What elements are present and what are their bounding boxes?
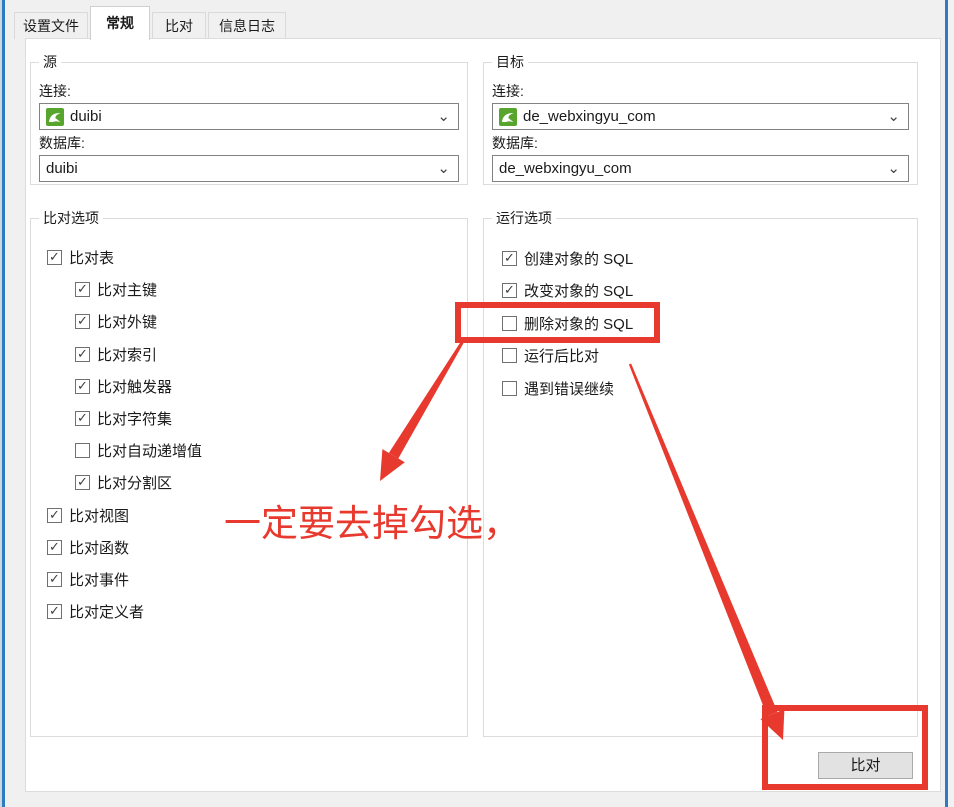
checkbox-label: 比对表 (69, 247, 114, 268)
target-group-title: 目标 (492, 54, 528, 71)
checkbox-row-compare-primary-keys[interactable]: 比对主键 (75, 281, 157, 297)
tab-message-log[interactable]: 信息日志 (208, 12, 286, 39)
checkbox[interactable] (47, 508, 62, 523)
checkbox-row-continue-on-error[interactable]: 遇到错误继续 (502, 380, 614, 396)
checkbox[interactable] (502, 381, 517, 396)
checkbox[interactable] (47, 250, 62, 265)
checkbox-label: 比对视图 (69, 505, 129, 526)
run-options-title: 运行选项 (492, 210, 556, 227)
checkbox-label: 比对定义者 (69, 601, 144, 622)
checkbox-label: 运行后比对 (524, 345, 599, 366)
checkbox-label: 比对函数 (69, 537, 129, 558)
checkbox[interactable] (502, 348, 517, 363)
checkbox-row-compare-foreign-keys[interactable]: 比对外键 (75, 313, 157, 329)
mysql-connection-icon (46, 108, 64, 126)
checkbox-row-compare-charset[interactable]: 比对字符集 (75, 410, 172, 426)
tab-profile[interactable]: 设置文件 (14, 12, 88, 39)
background-page-sliver (948, 0, 954, 807)
checkbox-label: 创建对象的 SQL (524, 248, 633, 269)
checkbox-label: 比对索引 (97, 344, 157, 365)
target-connection-select[interactable]: de_webxingyu_com ⌄ (492, 103, 909, 130)
run-options-group: 运行选项 创建对象的 SQL 改变对象的 SQL 删除对象的 SQL 运行后比对… (483, 218, 918, 737)
checkbox[interactable] (75, 347, 90, 362)
checkbox[interactable] (75, 411, 90, 426)
checkbox-label: 比对事件 (69, 569, 129, 590)
source-database-select[interactable]: duibi ⌄ (39, 155, 459, 182)
checkbox-label: 比对自动递增值 (97, 440, 202, 461)
checkbox-label: 比对字符集 (97, 408, 172, 429)
checkbox[interactable] (75, 282, 90, 297)
target-database-label: 数据库: (492, 133, 538, 153)
structure-sync-dialog: 设置文件 常规 比对 信息日志 源 连接: duibi ⌄ 数据库: duibi… (0, 0, 954, 807)
checkbox-row-compare-definer[interactable]: 比对定义者 (47, 603, 144, 619)
checkbox[interactable] (75, 443, 90, 458)
checkbox-row-compare-functions[interactable]: 比对函数 (47, 539, 129, 555)
checkbox[interactable] (502, 283, 517, 298)
chevron-down-icon[interactable]: ⌄ (437, 112, 452, 122)
annotation-text: 一定要去掉勾选， (224, 503, 520, 547)
checkbox-label: 遇到错误继续 (524, 378, 614, 399)
checkbox-row-compare-auto-increment[interactable]: 比对自动递增值 (75, 442, 202, 458)
checkbox[interactable] (47, 604, 62, 619)
checkbox-row-alter-object-sql[interactable]: 改变对象的 SQL (502, 282, 633, 298)
checkbox-row-create-object-sql[interactable]: 创建对象的 SQL (502, 250, 633, 266)
tab-general[interactable]: 常规 (90, 6, 150, 40)
source-connection-label: 连接: (39, 81, 71, 101)
target-group: 目标 连接: de_webxingyu_com ⌄ 数据库: de_webxin… (483, 62, 918, 185)
compare-options-group: 比对选项 比对表 比对主键 比对外键 比对索引 比对触发器 比对字符集 比对自动… (30, 218, 468, 737)
checkbox-row-compare-views[interactable]: 比对视图 (47, 507, 129, 523)
checkbox-row-compare-tables[interactable]: 比对表 (47, 249, 114, 265)
source-connection-value: duibi (70, 108, 102, 125)
tab-compare[interactable]: 比对 (152, 12, 206, 39)
checkbox[interactable] (75, 314, 90, 329)
checkbox-label: 比对分割区 (97, 472, 172, 493)
checkbox[interactable] (47, 540, 62, 555)
checkbox-row-compare-triggers[interactable]: 比对触发器 (75, 378, 172, 394)
mysql-connection-icon (499, 108, 517, 126)
checkbox-label: 改变对象的 SQL (524, 280, 633, 301)
source-database-label: 数据库: (39, 133, 85, 153)
compare-options-title: 比对选项 (39, 210, 103, 227)
target-connection-label: 连接: (492, 81, 524, 101)
highlight-rect-compare-button (762, 705, 928, 790)
checkbox[interactable] (47, 572, 62, 587)
target-database-select[interactable]: de_webxingyu_com ⌄ (492, 155, 909, 182)
source-database-value: duibi (46, 160, 78, 177)
checkbox-row-compare-events[interactable]: 比对事件 (47, 571, 129, 587)
source-group: 源 连接: duibi ⌄ 数据库: duibi ⌄ (30, 62, 468, 185)
checkbox[interactable] (75, 379, 90, 394)
highlight-rect-drop-object-sql (455, 302, 660, 343)
checkbox-row-compare-partitions[interactable]: 比对分割区 (75, 474, 172, 490)
chevron-down-icon[interactable]: ⌄ (437, 164, 452, 174)
chevron-down-icon[interactable]: ⌄ (887, 112, 902, 122)
checkbox[interactable] (502, 251, 517, 266)
checkbox-label: 比对主键 (97, 279, 157, 300)
checkbox[interactable] (75, 475, 90, 490)
checkbox-row-compare-indexes[interactable]: 比对索引 (75, 346, 157, 362)
target-database-value: de_webxingyu_com (499, 160, 632, 177)
source-connection-select[interactable]: duibi ⌄ (39, 103, 459, 130)
checkbox-label: 比对外键 (97, 311, 157, 332)
checkbox-label: 比对触发器 (97, 376, 172, 397)
checkbox-row-compare-after-run[interactable]: 运行后比对 (502, 347, 599, 363)
chevron-down-icon[interactable]: ⌄ (887, 164, 902, 174)
target-connection-value: de_webxingyu_com (523, 108, 656, 125)
source-group-title: 源 (39, 54, 61, 71)
